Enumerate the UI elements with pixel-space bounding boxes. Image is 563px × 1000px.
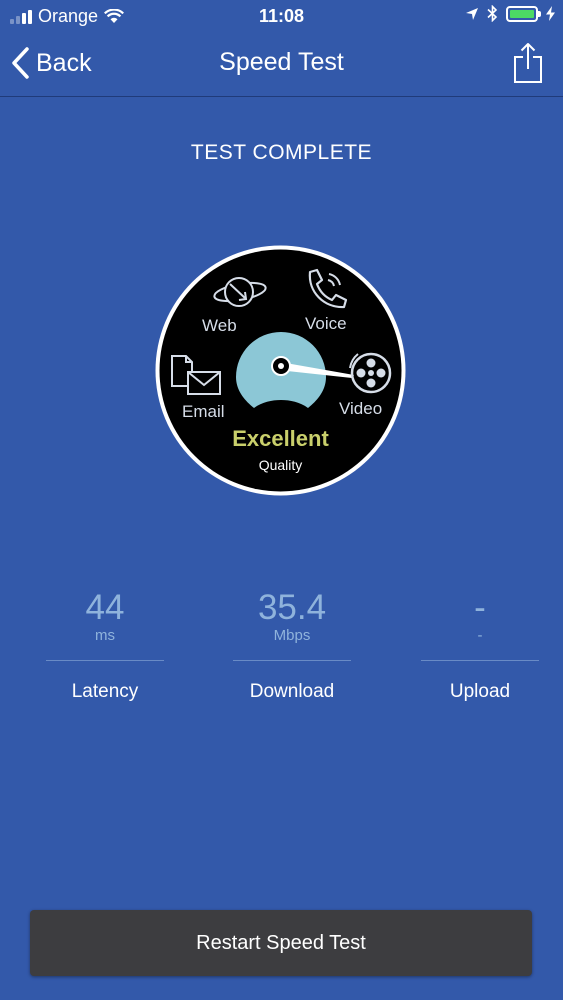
- upload-label: Upload: [449, 681, 511, 702]
- web-icon: [213, 277, 267, 307]
- upload-value: -: [474, 588, 486, 627]
- test-status-heading: TEST COMPLETE: [190, 141, 373, 164]
- latency-metric: 44 ms Latency: [46, 588, 164, 703]
- share-icon: [514, 43, 542, 83]
- speed-test-screen: Orange 11:08 Back Speed Test TEST COMPLE…: [0, 0, 563, 1000]
- metrics-row: 44 ms Latency 35.4 Mbps Download - - Upl…: [0, 588, 563, 718]
- latency-unit: ms: [95, 627, 115, 644]
- download-metric: 35.4 Mbps Download: [233, 588, 351, 703]
- upload-divider: [421, 660, 539, 661]
- film-reel-icon: [349, 352, 392, 394]
- email-icon: [171, 355, 221, 395]
- latency-value: 44: [85, 588, 125, 627]
- download-divider: [233, 660, 351, 661]
- email-label: Email: [182, 402, 225, 421]
- latency-label: Latency: [71, 681, 139, 702]
- nav-bar: Back Speed Test: [0, 34, 563, 97]
- download-value: 35.4: [257, 588, 327, 627]
- upload-metric: - - Upload: [421, 588, 539, 703]
- share-button[interactable]: [513, 42, 543, 89]
- download-unit: Mbps: [273, 627, 311, 644]
- restart-speed-test-button[interactable]: Restart Speed Test: [30, 910, 532, 976]
- download-label: Download: [249, 681, 335, 702]
- latency-divider: [46, 660, 164, 661]
- phone-icon: [308, 268, 348, 309]
- quality-label: Quality: [258, 457, 303, 473]
- battery-icon: [506, 5, 541, 22]
- charging-icon: [546, 6, 555, 21]
- bluetooth-icon: [487, 5, 498, 22]
- upload-unit: -: [477, 627, 483, 644]
- quality-rating: Excellent: [232, 426, 329, 451]
- page-title: Speed Test: [219, 48, 344, 76]
- video-label: Video: [339, 399, 383, 418]
- status-bar: Orange 11:08: [0, 0, 563, 34]
- voice-label: Voice: [305, 314, 347, 333]
- status-right: [465, 5, 555, 22]
- web-label: Web: [202, 316, 237, 335]
- location-arrow-icon: [466, 7, 478, 20]
- quality-gauge: Web Voice Email Video Excellent Quality: [154, 244, 407, 497]
